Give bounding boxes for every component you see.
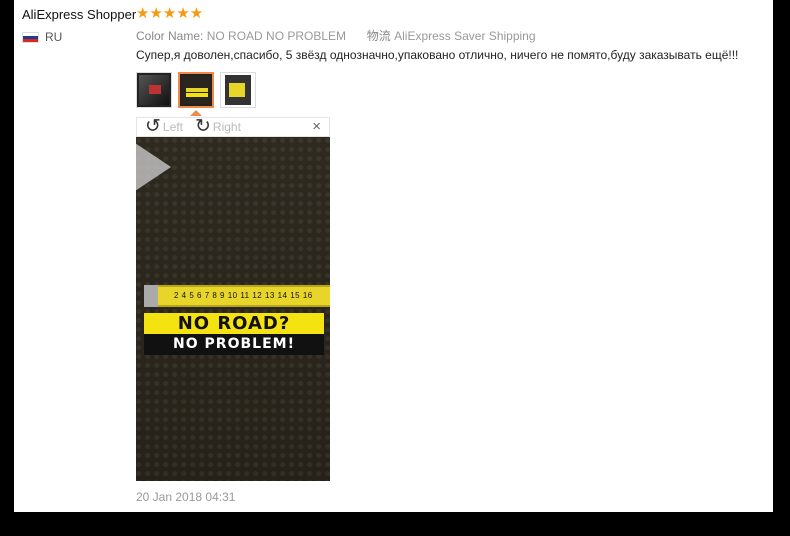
rotate-left-label: Left xyxy=(162,120,183,134)
close-icon[interactable]: × xyxy=(312,118,321,135)
sticker-line-2: NO PROBLEM! xyxy=(144,334,324,355)
shipping-value: AliExpress Saver Shipping xyxy=(394,29,536,43)
rotate-left-button[interactable]: ↺ Left xyxy=(145,116,183,137)
image-viewer-toolbar: ↺ Left ↻ Right × xyxy=(136,117,330,137)
review-comment: Супер,я доволен,спасибо, 5 звёзд однозна… xyxy=(136,48,739,62)
review-date: 20 Jan 2018 04:31 xyxy=(136,490,236,504)
reviewer-name: AliExpress Shopper xyxy=(22,7,137,22)
measuring-tape: 2 4 5 6 7 8 9 10 11 12 13 14 15 16 xyxy=(144,285,330,307)
review-photo: 2 4 5 6 7 8 9 10 11 12 13 14 15 16 NO RO… xyxy=(136,137,330,481)
rotate-right-icon: ↻ xyxy=(195,116,211,137)
review-panel: AliExpress Shopper ★★★★★ RU Color Name: … xyxy=(14,0,773,512)
shipping-label: 物流 xyxy=(366,29,391,43)
review-thumbnails xyxy=(136,72,256,108)
rotate-right-button[interactable]: ↻ Right xyxy=(195,116,241,137)
product-sticker: NO ROAD? NO PROBLEM! xyxy=(144,313,324,355)
reviewer-country: RU xyxy=(22,30,62,44)
rotate-right-label: Right xyxy=(212,120,241,134)
review-thumbnail-1[interactable] xyxy=(136,72,172,108)
tape-marks: 2 4 5 6 7 8 9 10 11 12 13 14 15 16 xyxy=(174,291,313,300)
review-thumbnail-2[interactable] xyxy=(178,72,214,108)
photo-paper-corner xyxy=(136,137,171,197)
sticker-line-1: NO ROAD? xyxy=(144,313,324,334)
rating-stars: ★★★★★ xyxy=(136,5,204,22)
color-value: NO ROAD NO PROBLEM xyxy=(206,29,347,43)
tape-hook xyxy=(144,285,158,307)
rotate-left-icon: ↺ xyxy=(145,116,161,137)
color-label: Color Name: xyxy=(136,29,204,43)
order-info: Color Name: NO ROAD NO PROBLEM 物流 AliExp… xyxy=(136,27,536,44)
country-code: RU xyxy=(45,30,63,44)
flag-russia-icon xyxy=(22,31,39,43)
review-thumbnail-3[interactable] xyxy=(220,72,256,108)
